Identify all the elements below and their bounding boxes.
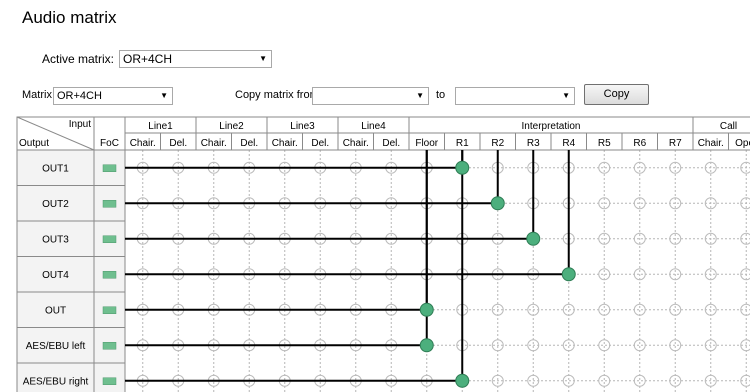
row-label: OUT4 bbox=[42, 270, 69, 281]
column-header: Chair. bbox=[201, 138, 227, 149]
active-crosspoint[interactable] bbox=[490, 196, 505, 211]
active-crosspoint[interactable] bbox=[561, 267, 576, 282]
foc-indicator[interactable] bbox=[102, 306, 117, 314]
active-crosspoint[interactable] bbox=[455, 160, 470, 175]
crosspoint[interactable] bbox=[669, 374, 682, 387]
foc-indicator[interactable] bbox=[102, 200, 117, 208]
row-label: OUT3 bbox=[42, 234, 69, 245]
audio-matrix-grid: Input Output FoC Line1 Line2 Line3 Line4 Interp… bbox=[16, 116, 750, 392]
crosspoint[interactable] bbox=[598, 303, 611, 316]
column-header: Chair. bbox=[698, 138, 724, 149]
corner-input-label: Input bbox=[69, 119, 91, 130]
column-header: R7 bbox=[669, 138, 682, 149]
group-header: Line4 bbox=[361, 121, 386, 132]
column-header: R5 bbox=[598, 138, 611, 149]
group-header: Line2 bbox=[219, 121, 244, 132]
crosspoint[interactable] bbox=[633, 303, 646, 316]
active-crosspoint[interactable] bbox=[455, 373, 470, 388]
foc-indicator[interactable] bbox=[102, 271, 117, 279]
column-header: R2 bbox=[491, 138, 504, 149]
crosspoint[interactable] bbox=[669, 303, 682, 316]
active-crosspoint[interactable] bbox=[419, 302, 434, 317]
crosspoint[interactable] bbox=[633, 374, 646, 387]
foc-indicator[interactable] bbox=[102, 342, 117, 350]
column-header: Chair. bbox=[343, 138, 369, 149]
column-header: R1 bbox=[456, 138, 469, 149]
column-header: Del. bbox=[382, 138, 400, 149]
row-label: OUT1 bbox=[42, 163, 69, 174]
column-header: Chair. bbox=[272, 138, 298, 149]
column-header: R3 bbox=[527, 138, 540, 149]
foc-indicator[interactable] bbox=[102, 377, 117, 385]
column-header: R6 bbox=[633, 138, 646, 149]
column-header: Del. bbox=[311, 138, 329, 149]
crosspoint[interactable] bbox=[633, 339, 646, 352]
row-label: AES/EBU left bbox=[26, 341, 86, 352]
group-header: Interpretation bbox=[522, 121, 581, 132]
crosspoint[interactable] bbox=[562, 303, 575, 316]
column-header: Chair. bbox=[130, 138, 156, 149]
foc-header: FoC bbox=[100, 138, 119, 149]
active-crosspoint[interactable] bbox=[526, 231, 541, 246]
column-header: Oper bbox=[735, 138, 750, 149]
foc-indicator[interactable] bbox=[102, 164, 117, 172]
column-header: R4 bbox=[562, 138, 575, 149]
group-header: Call bbox=[720, 121, 737, 132]
crosspoint[interactable] bbox=[562, 339, 575, 352]
foc-indicator[interactable] bbox=[102, 235, 117, 243]
crosspoint[interactable] bbox=[598, 339, 611, 352]
crosspoint[interactable] bbox=[562, 374, 575, 387]
corner-output-label: Output bbox=[19, 138, 49, 149]
crosspoint[interactable] bbox=[598, 374, 611, 387]
column-header: Del. bbox=[169, 138, 187, 149]
active-crosspoint[interactable] bbox=[419, 338, 434, 353]
group-header: Line1 bbox=[148, 121, 173, 132]
crosspoint[interactable] bbox=[669, 339, 682, 352]
column-header: Del. bbox=[240, 138, 258, 149]
row-label: AES/EBU right bbox=[23, 376, 89, 387]
row-label: OUT bbox=[45, 305, 66, 316]
row-label: OUT2 bbox=[42, 199, 69, 210]
column-header: Floor bbox=[415, 138, 438, 149]
group-header: Line3 bbox=[290, 121, 315, 132]
